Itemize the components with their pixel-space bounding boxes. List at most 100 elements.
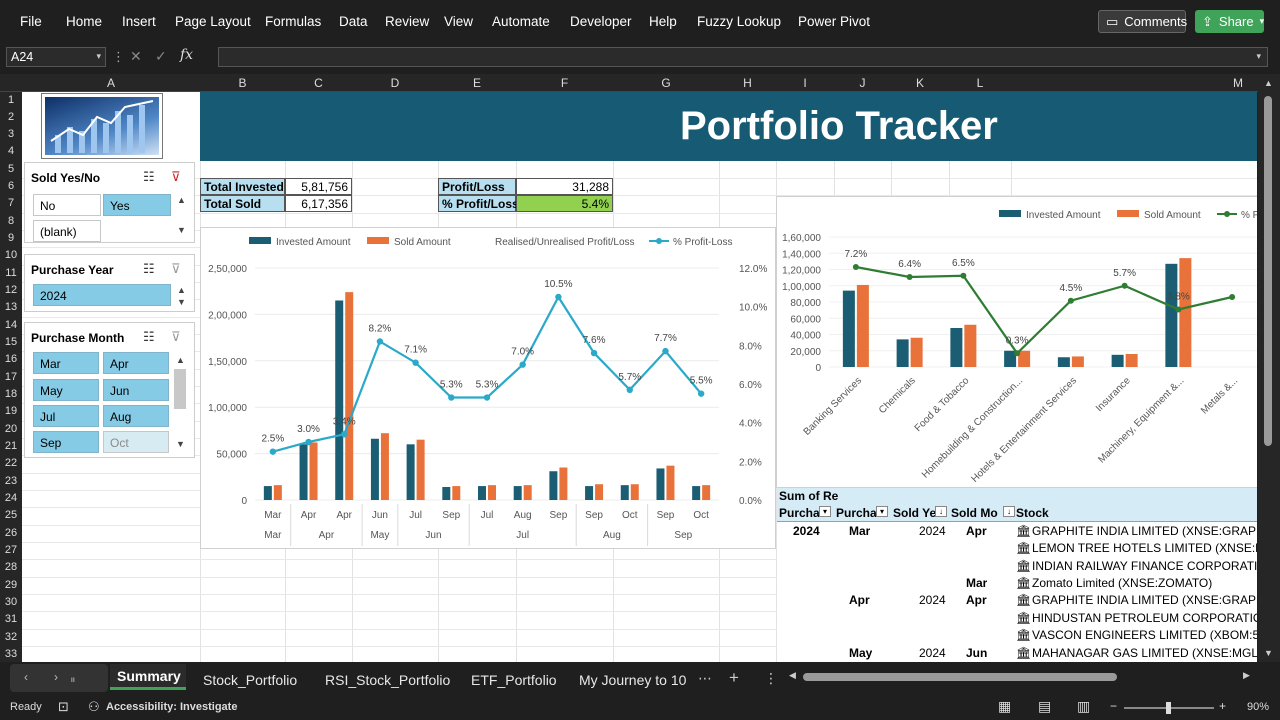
page-layout-view-icon[interactable]: ▤ [1038,698,1051,715]
enter-icon[interactable]: ✓ [155,48,167,65]
pivot-row[interactable]: 🏛 VASCON ENGINEERS LIMITED (XBOM:5331 [777,627,1257,644]
column-header-b[interactable]: B [200,76,285,90]
zoom-in-icon[interactable]: + [1219,699,1226,713]
column-header-h[interactable]: H [719,76,776,90]
sort-filter-icon[interactable]: ↓ [1003,506,1015,517]
pause-icon[interactable]: ⏸ [70,674,76,687]
column-header-g[interactable]: G [613,76,719,90]
clear-filter-icon[interactable]: ⊽ [171,329,181,345]
zoom-out-icon[interactable]: − [1110,699,1117,713]
pivot-row[interactable]: May 2024 Jun 🏛 MAHANAGAR GAS LIMITED (XN… [777,645,1257,662]
more-tabs-icon[interactable]: ⋯ [698,670,712,687]
pivot-header-purchase-month[interactable]: Purcha [836,506,876,520]
pivot-row[interactable]: 2024 Mar 2024 Apr 🏛 GRAPHITE INDIA LIMIT… [777,523,1257,540]
slicer-item-sep[interactable]: Sep [33,431,99,453]
slicer-item-apr[interactable]: Apr [103,352,169,374]
scrollbar-thumb[interactable] [803,673,1117,681]
total-sold-value[interactable]: 6,17,356 [285,195,352,212]
menu-page-layout[interactable]: Page Layout [175,14,251,29]
row-header[interactable]: 1 [0,94,22,106]
filter-dropdown-icon[interactable]: ▾ [876,506,888,517]
row-header[interactable]: 9 [0,232,22,244]
row-header[interactable]: 3 [0,128,22,140]
row-header[interactable]: 17 [0,371,22,383]
row-header[interactable]: 2 [0,111,22,123]
scroll-left-icon[interactable]: ◀ [789,670,796,681]
row-header[interactable]: 31 [0,613,22,625]
scroll-up-icon[interactable]: ▲ [177,195,186,205]
menu-view[interactable]: View [444,14,473,29]
row-header[interactable]: 29 [0,579,22,591]
insert-function-icon[interactable]: fx [180,47,193,63]
row-header[interactable]: 28 [0,561,22,573]
more-options-icon[interactable]: ⋮ [764,670,778,687]
column-header-i[interactable]: I [776,76,834,90]
column-header-e[interactable]: E [438,76,516,90]
multi-select-icon[interactable]: ☷ [143,169,155,185]
tab-my-journey[interactable]: My Journey to 10 [579,672,686,688]
row-header[interactable]: 16 [0,353,22,365]
scroll-down-icon[interactable]: ▼ [176,439,185,449]
profit-loss-value[interactable]: 31,288 [516,178,613,195]
vertical-scrollbar[interactable]: ▲ ▼ [1258,74,1280,662]
column-header-f[interactable]: F [516,76,613,90]
tab-summary[interactable]: Summary [110,664,186,690]
row-header[interactable]: 23 [0,475,22,487]
row-header[interactable]: 32 [0,631,22,643]
row-header[interactable]: 30 [0,596,22,608]
row-header[interactable]: 11 [0,267,22,279]
slicer-item-mar[interactable]: Mar [33,352,99,374]
pivot-header-purchase-year[interactable]: Purcha [779,506,819,520]
column-header-j[interactable]: J [834,76,891,90]
menu-review[interactable]: Review [385,14,429,29]
scroll-up-icon[interactable]: ▲ [1264,78,1273,88]
menu-automate[interactable]: Automate [492,14,550,29]
column-header-a[interactable]: A [22,76,200,90]
row-header[interactable]: 4 [0,145,22,157]
zoom-level[interactable]: 90% [1247,701,1269,713]
row-header[interactable]: 15 [0,336,22,348]
zoom-slider-handle[interactable] [1166,702,1171,714]
scrollbar-thumb[interactable] [1264,96,1272,446]
slicer-item-2024[interactable]: 2024 [33,284,171,306]
scroll-up-icon[interactable]: ▲ [176,355,185,365]
add-sheet-icon[interactable]: + [729,668,739,688]
slicer-item-may[interactable]: May [33,379,99,401]
column-header-l[interactable]: L [949,76,1011,90]
slicer-item-blank[interactable]: (blank) [33,220,101,242]
tab-etf-portfolio[interactable]: ETF_Portfolio [471,672,557,688]
row-header[interactable]: 20 [0,423,22,435]
name-box[interactable]: A24 ▾ [6,47,106,67]
menu-data[interactable]: Data [339,14,368,29]
macro-record-icon[interactable]: ⊡ [58,699,69,715]
clear-filter-icon[interactable]: ⊽ [171,169,181,185]
row-header[interactable]: 21 [0,440,22,452]
page-break-view-icon[interactable]: ▥ [1077,698,1090,715]
pivot-row[interactable]: 🏛 INDIAN RAILWAY FINANCE CORPORATION [777,558,1257,575]
scroll-up-icon[interactable]: ▲ [177,285,186,295]
tab-rsi-stock-portfolio[interactable]: RSI_Stock_Portfolio [325,672,450,688]
pct-profit-loss-value[interactable]: 5.4% [516,195,613,212]
multi-select-icon[interactable]: ☷ [143,261,155,277]
slicer-item-oct[interactable]: Oct [103,431,169,453]
pivot-table[interactable]: Sum of Re Purcha ▾ Purcha ▾ Sold Ye ↓ So… [777,488,1257,662]
total-invested-value[interactable]: 5,81,756 [285,178,352,195]
menu-file[interactable]: File [20,14,42,29]
menu-formulas[interactable]: Formulas [265,14,321,29]
sector-chart[interactable]: 0 20,000 40,000 60,000 80,000 1,00,000 1,20,00… [776,196,1257,488]
scrollbar-thumb[interactable] [174,369,186,409]
pivot-header-sold-year[interactable]: Sold Ye [893,506,935,520]
menu-insert[interactable]: Insert [122,14,156,29]
column-header-d[interactable]: D [352,76,438,90]
row-header[interactable]: 8 [0,215,22,227]
worksheet-grid[interactable]: Portfolio Tracker Sold Yes/No ☷ ⊽ No Yes… [22,92,1257,662]
monthly-chart[interactable]: 0 50,000 1,00,000 1,50,000 2,00,000 2,50,000 0… [200,227,776,549]
row-header[interactable]: 13 [0,301,22,313]
row-header[interactable]: 7 [0,197,22,209]
row-header[interactable]: 26 [0,527,22,539]
cancel-icon[interactable]: ✕ [130,48,142,65]
accessibility-status[interactable]: Accessibility: Investigate [106,701,237,713]
row-header[interactable]: 24 [0,492,22,504]
scroll-down-icon[interactable]: ▼ [177,297,186,307]
share-button[interactable]: ⇪ Share ▾ [1195,10,1264,33]
